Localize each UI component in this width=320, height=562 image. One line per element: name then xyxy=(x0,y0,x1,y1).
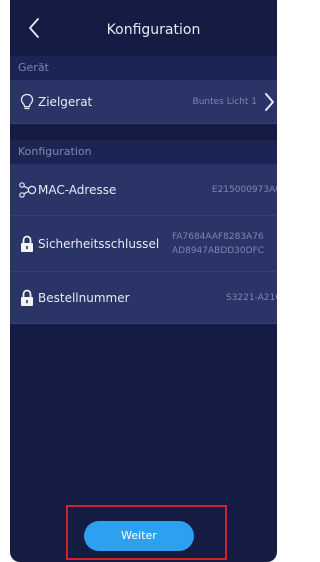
row-value: Buntes Licht 1 xyxy=(192,96,257,107)
row-mac-address: MAC-Adresse E215000973A0 xyxy=(10,164,277,216)
back-button[interactable] xyxy=(24,16,44,40)
row-value: E215000973A0 xyxy=(211,184,277,195)
app-header: Konfiguration xyxy=(10,0,277,56)
row-order-number: Bestellnummer S3221-A216 xyxy=(10,272,277,324)
row-label: Sicherheitsschlussel xyxy=(38,236,160,251)
lightbulb-icon xyxy=(18,93,36,111)
section-label-config: Konfiguration xyxy=(10,140,277,164)
network-icon xyxy=(18,181,38,199)
row-label: Zielgerat xyxy=(38,94,93,109)
value-line-2: AD8947ABDD30DFC xyxy=(172,245,265,256)
phone-screen: Konfiguration Gerät Zielgerat Buntes Lic… xyxy=(10,0,277,562)
row-label: MAC-Adresse xyxy=(38,182,117,197)
chevron-left-icon xyxy=(29,18,39,38)
row-value: S3221-A216 xyxy=(225,292,277,303)
section-label-device: Gerät xyxy=(10,56,277,80)
lock-icon xyxy=(18,289,36,307)
row-value: FA7684AAF8283A76 AD8947ABDD30DFC xyxy=(172,230,264,258)
page-title: Konfiguration xyxy=(106,22,201,38)
lock-icon xyxy=(18,235,36,253)
weiter-button[interactable]: Weiter xyxy=(84,521,194,551)
highlight-box: Weiter xyxy=(66,505,227,560)
row-zielgerat[interactable]: Zielgerat Buntes Licht 1 xyxy=(10,80,277,124)
row-security-key: Sicherheitsschlussel FA7684AAF8283A76 AD… xyxy=(10,216,277,272)
value-line-1: FA7684AAF8283A76 xyxy=(172,231,264,242)
chevron-right-icon xyxy=(265,92,274,111)
row-label: Bestellnummer xyxy=(38,290,130,305)
